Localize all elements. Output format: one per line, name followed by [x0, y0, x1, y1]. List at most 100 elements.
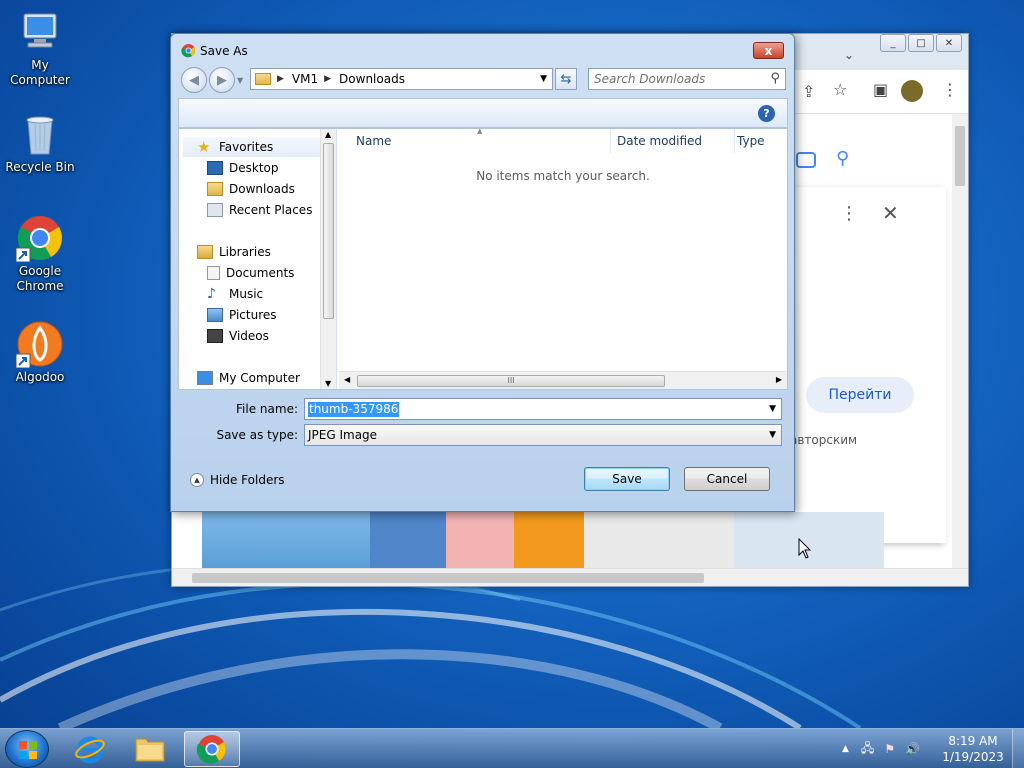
save-button[interactable]: Save: [584, 467, 670, 491]
chrome-icon: [196, 735, 226, 764]
start-button[interactable]: [5, 730, 49, 768]
file-list-pane: Name ▲ Date modified Type No items match…: [339, 127, 787, 389]
volume-icon[interactable]: 🔊: [905, 742, 920, 756]
breadcrumb-separator-icon: ▶: [277, 74, 284, 84]
column-header-type[interactable]: Type: [737, 129, 787, 153]
file-pane-scrollbar[interactable]: ◀ III ▶: [339, 371, 787, 389]
nav-item-my-computer[interactable]: My Computer: [197, 368, 300, 388]
nav-item-desktop[interactable]: Desktop: [207, 158, 279, 178]
nav-item-favorites[interactable]: ★ Favorites: [183, 137, 321, 157]
popup-menu-icon[interactable]: ⋮: [840, 203, 858, 224]
scroll-left-icon[interactable]: ◀: [344, 375, 350, 384]
save-as-type-value: JPEG Image: [308, 428, 378, 442]
help-icon[interactable]: ?: [758, 105, 775, 122]
thumbnail[interactable]: [446, 512, 514, 568]
back-button[interactable]: ◀: [181, 67, 207, 93]
scroll-down-icon[interactable]: ▼: [325, 379, 331, 388]
chevron-down-icon[interactable]: ▼: [769, 404, 776, 414]
bookmark-star-icon[interactable]: ☆: [833, 80, 847, 99]
camera-search-icon[interactable]: [796, 152, 816, 168]
taskbar-file-explorer[interactable]: [122, 731, 178, 767]
show-desktop-button[interactable]: [1012, 729, 1024, 768]
address-dropdown-icon[interactable]: ▼: [540, 74, 547, 84]
nav-item-documents[interactable]: Documents: [207, 263, 294, 283]
algodoo-icon: [15, 320, 64, 369]
desktop-icon-label: Recycle Bin: [5, 160, 75, 174]
refresh-button[interactable]: ⇆: [555, 68, 577, 90]
action-center-icon[interactable]: ⚑: [884, 742, 895, 756]
forward-arrow-icon: ▶: [217, 72, 227, 88]
maximize-button[interactable]: □: [908, 34, 934, 52]
save-as-type-label: Save as type:: [216, 428, 298, 442]
search-icon: ⚲: [770, 71, 780, 86]
clock[interactable]: 8:19 AM 1/19/2023: [940, 733, 1006, 765]
tab-search-chevron-icon[interactable]: ⌄: [844, 48, 854, 62]
recent-pages-dropdown[interactable]: ▼: [237, 76, 243, 85]
column-header-name[interactable]: Name: [356, 129, 611, 153]
show-hidden-icons-icon[interactable]: ▲: [842, 744, 849, 754]
popup-close-icon[interactable]: ✕: [882, 201, 899, 225]
network-icon[interactable]: 🖧: [861, 739, 874, 760]
search-icon[interactable]: ⚲: [836, 148, 849, 169]
music-icon: ♪: [207, 286, 216, 302]
save-as-type-select[interactable]: JPEG Image ▼: [304, 424, 782, 446]
desktop-icon-google-chrome[interactable]: Google Chrome: [0, 214, 80, 294]
chrome-icon: [181, 43, 196, 58]
column-header-date-modified[interactable]: Date modified: [617, 129, 735, 153]
desktop-icon-my-computer[interactable]: My Computer: [0, 8, 80, 88]
scroll-up-icon[interactable]: ▲: [325, 130, 331, 139]
nav-item-music[interactable]: ♪ Music: [207, 284, 263, 304]
taskbar-internet-explorer[interactable]: [62, 731, 118, 767]
nav-item-downloads[interactable]: Downloads: [207, 179, 295, 199]
nav-item-recent-places[interactable]: Recent Places: [207, 200, 312, 220]
breadcrumb-downloads[interactable]: Downloads: [339, 72, 405, 86]
thumbnail[interactable]: [370, 512, 446, 568]
save-as-dialog: Save As x ◀ ▶ ▼ ▶ VM1 ▶ Downloads ▼ ⇆ Se…: [170, 33, 795, 512]
nav-item-label: Downloads: [229, 182, 295, 196]
profile-avatar[interactable]: [901, 80, 923, 102]
dialog-close-button[interactable]: x: [753, 42, 784, 59]
system-tray: ▲ 🖧 ⚑ 🔊: [842, 729, 920, 768]
nav-item-label: Favorites: [219, 140, 274, 154]
breadcrumb-vm1[interactable]: VM1: [292, 72, 318, 86]
clock-time: 8:19 AM: [948, 734, 998, 748]
share-icon[interactable]: ⇪: [802, 82, 815, 101]
pictures-icon: [207, 308, 223, 322]
forward-button[interactable]: ▶: [209, 67, 235, 93]
hide-folders-label: Hide Folders: [210, 473, 285, 487]
desktop-icon-algodoo[interactable]: Algodoo: [0, 320, 80, 385]
dialog-title: Save As: [200, 44, 248, 58]
vertical-scrollbar[interactable]: [952, 114, 968, 568]
nav-item-label: Pictures: [229, 308, 277, 322]
horizontal-scrollbar[interactable]: [172, 568, 968, 586]
nav-pane-scrollbar[interactable]: ▲ ▼: [320, 129, 336, 389]
minimize-button[interactable]: _: [880, 34, 906, 52]
cancel-button[interactable]: Cancel: [684, 467, 770, 491]
search-placeholder: Search Downloads: [594, 72, 706, 86]
side-panel-icon[interactable]: ▣: [873, 80, 888, 99]
taskbar-google-chrome[interactable]: [184, 731, 240, 767]
close-button[interactable]: ✕: [936, 34, 962, 52]
scroll-right-icon[interactable]: ▶: [776, 375, 782, 384]
thumbnail[interactable]: [514, 512, 584, 568]
menu-kebab-icon[interactable]: ⋮: [942, 80, 958, 99]
go-button[interactable]: Перейти: [806, 377, 914, 413]
hide-folders-toggle[interactable]: ▲ Hide Folders: [190, 473, 285, 487]
nav-item-label: Music: [229, 287, 264, 301]
search-input[interactable]: Search Downloads ⚲: [588, 68, 786, 90]
nav-item-videos[interactable]: Videos: [207, 326, 269, 346]
nav-item-pictures[interactable]: Pictures: [207, 305, 277, 325]
column-label: Name: [356, 134, 392, 148]
computer-icon: [16, 8, 64, 56]
thumbnail[interactable]: [584, 512, 734, 568]
command-bar: ?: [178, 98, 788, 128]
file-name-input[interactable]: thumb-357986 ▼: [304, 398, 782, 420]
desktop-icon-recycle-bin[interactable]: Recycle Bin: [0, 110, 80, 175]
mouse-cursor-icon: [798, 538, 812, 559]
address-bar[interactable]: ▶ VM1 ▶ Downloads ▼: [250, 68, 553, 90]
file-name-value: thumb-357986: [308, 402, 400, 417]
nav-item-libraries[interactable]: Libraries: [197, 242, 271, 262]
nav-item-label: Desktop: [229, 161, 279, 175]
thumbnail[interactable]: [202, 512, 370, 568]
libraries-icon: [197, 245, 213, 259]
